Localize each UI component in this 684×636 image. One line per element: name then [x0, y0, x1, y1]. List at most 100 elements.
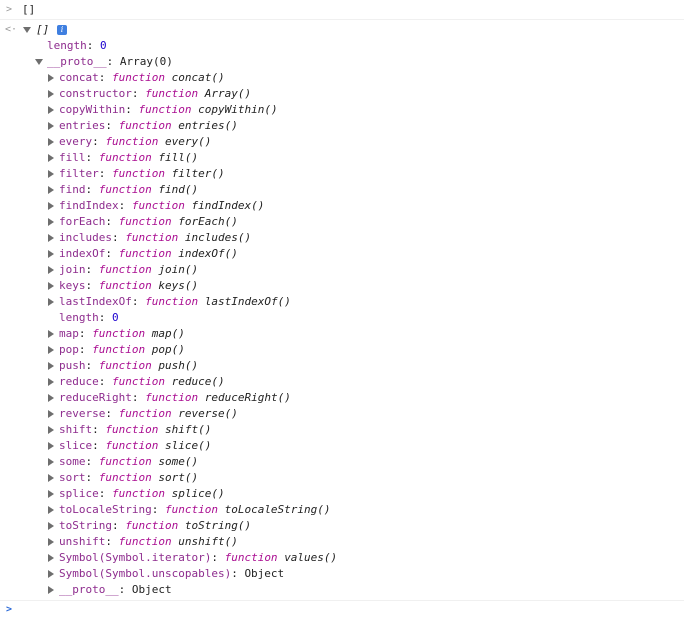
- function-keyword: function: [98, 455, 152, 468]
- expand-triangle-icon[interactable]: [48, 458, 54, 466]
- expand-triangle-icon[interactable]: [48, 234, 54, 242]
- expand-triangle-icon[interactable]: [48, 202, 54, 210]
- proto-member-row[interactable]: pop: function pop(): [0, 342, 684, 358]
- property-key: constructor: [59, 87, 132, 100]
- proto-member-row[interactable]: indexOf: function indexOf(): [0, 246, 684, 262]
- expand-triangle-icon[interactable]: [48, 74, 54, 82]
- proto-member-row[interactable]: filter: function filter(): [0, 166, 684, 182]
- proto-member-row[interactable]: reverse: function reverse(): [0, 406, 684, 422]
- expand-triangle-icon[interactable]: [48, 394, 54, 402]
- function-keyword: function: [145, 391, 199, 404]
- property-key: __proto__: [47, 55, 107, 68]
- expand-triangle-icon[interactable]: [48, 154, 54, 162]
- property-key: findIndex: [59, 199, 119, 212]
- proto-member-row[interactable]: toString: function toString(): [0, 518, 684, 534]
- separator: [0, 600, 684, 601]
- proto-member-row[interactable]: slice: function slice(): [0, 438, 684, 454]
- expand-triangle-icon[interactable]: [48, 410, 54, 418]
- property-key: Symbol(Symbol.iterator): [59, 551, 212, 564]
- result-row[interactable]: <· [] i: [0, 22, 684, 38]
- expand-triangle-icon[interactable]: [48, 90, 54, 98]
- property-value: Array(0): [119, 55, 173, 68]
- proto-member-row[interactable]: forEach: function forEach(): [0, 214, 684, 230]
- property-key: length: [47, 39, 87, 52]
- property-key: Symbol(Symbol.unscopables): [59, 567, 232, 580]
- proto-member-row[interactable]: lastIndexOf: function lastIndexOf(): [0, 294, 684, 310]
- proto-member-row[interactable]: copyWithin: function copyWithin(): [0, 102, 684, 118]
- expand-triangle-icon[interactable]: [48, 442, 54, 450]
- proto-member-row[interactable]: keys: function keys(): [0, 278, 684, 294]
- expand-triangle-icon[interactable]: [48, 490, 54, 498]
- expand-triangle-icon[interactable]: [48, 346, 54, 354]
- property-key: length: [59, 311, 99, 324]
- proto-member-row[interactable]: every: function every(): [0, 134, 684, 150]
- function-signature: toLocaleString(): [224, 503, 331, 516]
- property-key: reduceRight: [59, 391, 132, 404]
- property-row-proto[interactable]: __proto__: Array(0): [0, 54, 684, 70]
- function-keyword: function: [112, 71, 165, 84]
- expand-triangle-icon[interactable]: [48, 282, 54, 290]
- expand-triangle-icon[interactable]: [48, 426, 54, 434]
- proto-member-row[interactable]: join: function join(): [0, 262, 684, 278]
- proto-member-row[interactable]: find: function find(): [0, 182, 684, 198]
- console-prompt-row[interactable]: >: [0, 602, 684, 618]
- proto-member-row[interactable]: fill: function fill(): [0, 150, 684, 166]
- function-signature: map(): [151, 327, 185, 340]
- proto-member-row[interactable]: reduce: function reduce(): [0, 374, 684, 390]
- proto-member-row[interactable]: concat: function concat(): [0, 70, 684, 86]
- expand-triangle-icon[interactable]: [48, 538, 54, 546]
- proto-member-row[interactable]: entries: function entries(): [0, 118, 684, 134]
- proto-member-row[interactable]: __proto__: Object: [0, 582, 684, 598]
- expand-triangle-icon[interactable]: [48, 554, 54, 562]
- expand-triangle-icon[interactable]: [35, 59, 43, 65]
- expand-triangle-icon[interactable]: [48, 506, 54, 514]
- expand-triangle-icon[interactable]: [48, 298, 54, 306]
- proto-member-row[interactable]: push: function push(): [0, 358, 684, 374]
- expand-triangle-icon[interactable]: [48, 570, 54, 578]
- proto-member-row[interactable]: includes: function includes(): [0, 230, 684, 246]
- proto-member-row[interactable]: unshift: function unshift(): [0, 534, 684, 550]
- property-key: unshift: [59, 535, 106, 548]
- proto-member-row[interactable]: some: function some(): [0, 454, 684, 470]
- expand-triangle-icon[interactable]: [48, 474, 54, 482]
- proto-member-row[interactable]: findIndex: function findIndex(): [0, 198, 684, 214]
- expand-triangle-icon[interactable]: [48, 330, 54, 338]
- function-signature: includes(): [184, 231, 252, 244]
- function-signature: forEach(): [178, 215, 238, 228]
- expand-triangle-icon[interactable]: [48, 138, 54, 146]
- expand-triangle-icon[interactable]: [48, 186, 54, 194]
- proto-member-row[interactable]: sort: function sort(): [0, 470, 684, 486]
- proto-member-row[interactable]: constructor: function Array(): [0, 86, 684, 102]
- proto-member-row: length: 0: [59, 311, 119, 324]
- expand-triangle-icon[interactable]: [48, 250, 54, 258]
- expand-triangle-icon[interactable]: [48, 170, 54, 178]
- expand-triangle-icon[interactable]: [23, 27, 31, 33]
- property-key: keys: [59, 279, 86, 292]
- function-signature: join(): [158, 263, 199, 276]
- expand-triangle-icon[interactable]: [48, 586, 54, 594]
- property-key: fill: [59, 151, 86, 164]
- property-key: some: [59, 455, 86, 468]
- property-key: indexOf: [59, 247, 106, 260]
- expand-triangle-icon[interactable]: [48, 378, 54, 386]
- proto-member-row[interactable]: splice: function splice(): [0, 486, 684, 502]
- function-keyword: function: [131, 199, 185, 212]
- expand-triangle-icon[interactable]: [48, 266, 54, 274]
- expand-triangle-icon[interactable]: [48, 362, 54, 370]
- proto-member-row[interactable]: shift: function shift(): [0, 422, 684, 438]
- expand-triangle-icon[interactable]: [48, 122, 54, 130]
- expand-triangle-icon[interactable]: [48, 522, 54, 530]
- proto-member-row[interactable]: map: function map(): [0, 326, 684, 342]
- function-keyword: function: [118, 247, 172, 260]
- function-signature: concat(): [171, 71, 225, 84]
- proto-member-row[interactable]: Symbol(Symbol.unscopables): Object: [0, 566, 684, 582]
- function-keyword: function: [125, 519, 179, 532]
- info-icon[interactable]: i: [57, 25, 67, 35]
- function-keyword: function: [105, 423, 159, 436]
- function-signature: findIndex(): [191, 199, 265, 212]
- proto-member-row[interactable]: Symbol(Symbol.iterator): function values…: [0, 550, 684, 566]
- proto-member-row[interactable]: toLocaleString: function toLocaleString(…: [0, 502, 684, 518]
- proto-member-row[interactable]: reduceRight: function reduceRight(): [0, 390, 684, 406]
- expand-triangle-icon[interactable]: [48, 218, 54, 226]
- expand-triangle-icon[interactable]: [48, 106, 54, 114]
